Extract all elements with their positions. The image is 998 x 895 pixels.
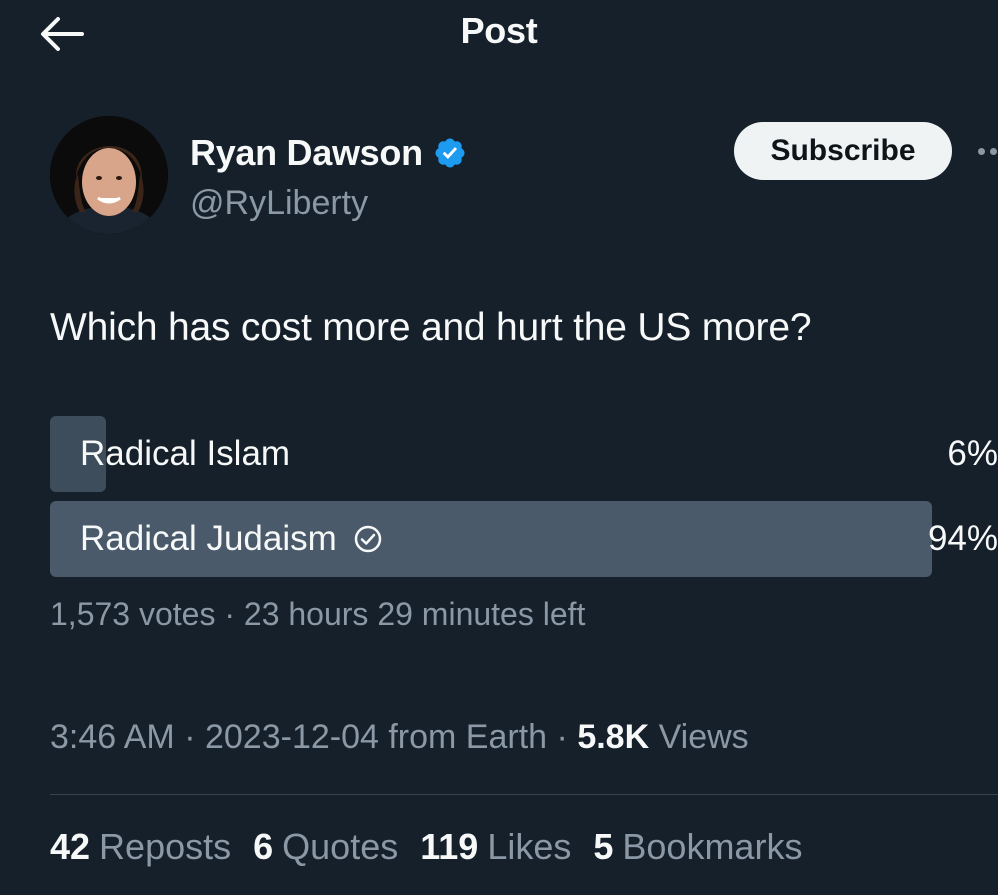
author-name-row: Ryan Dawson bbox=[190, 132, 467, 174]
likes-stat[interactable]: 119 Likes bbox=[420, 826, 571, 868]
poll-option-text: Radical Islam bbox=[80, 434, 291, 473]
quotes-count: 6 bbox=[253, 826, 274, 867]
post-date[interactable]: 2023-12-04 bbox=[205, 718, 379, 756]
arrow-left-icon bbox=[41, 17, 84, 51]
divider bbox=[50, 794, 998, 795]
separator: · bbox=[224, 596, 235, 632]
poll-option-text: Radical Judaism bbox=[80, 519, 337, 558]
check-circle-icon bbox=[353, 524, 383, 554]
quotes-stat[interactable]: 6 Quotes bbox=[253, 826, 398, 868]
post-timestamp-row: 3:46 AM · 2023-12-04 from Earth · 5.8K V… bbox=[50, 718, 749, 757]
poll-time-left: 23 hours 29 minutes left bbox=[243, 596, 586, 632]
likes-count: 119 bbox=[420, 826, 479, 867]
bookmarks-count: 5 bbox=[593, 826, 614, 867]
author-handle[interactable]: @RyLiberty bbox=[190, 184, 368, 223]
poll-option-radical-judaism[interactable]: Radical Judaism 94% bbox=[50, 501, 998, 577]
author-name[interactable]: Ryan Dawson bbox=[190, 132, 423, 174]
separator: · bbox=[556, 718, 568, 756]
views-count: 5.8K bbox=[577, 718, 650, 756]
engagement-stats: 42 Reposts 6 Quotes 119 Likes 5 Bookmarks bbox=[50, 826, 824, 868]
avatar[interactable] bbox=[50, 116, 168, 234]
page-title: Post bbox=[460, 10, 538, 51]
bookmarks-label: Bookmarks bbox=[622, 826, 803, 867]
likes-label: Likes bbox=[487, 826, 572, 867]
post-location: from Earth bbox=[388, 718, 548, 756]
quotes-label: Quotes bbox=[282, 826, 399, 867]
post-author-header: Ryan Dawson @RyLiberty Subscribe bbox=[50, 116, 998, 246]
post-time[interactable]: 3:46 AM bbox=[50, 718, 175, 756]
avatar-image bbox=[50, 116, 168, 234]
more-options-icon[interactable] bbox=[976, 134, 998, 164]
poll-option-label: Radical Islam bbox=[80, 416, 290, 492]
poll-option-percent: 6% bbox=[947, 434, 998, 473]
back-button[interactable] bbox=[36, 14, 86, 54]
separator: · bbox=[184, 718, 196, 756]
verified-badge-icon[interactable] bbox=[433, 136, 467, 170]
poll-meta: 1,573 votes · 23 hours 29 minutes left bbox=[50, 596, 585, 633]
poll-option-percent: 94% bbox=[927, 519, 998, 558]
top-bar: Post bbox=[0, 0, 998, 66]
views-label: Views bbox=[658, 718, 749, 756]
poll-votes: 1,573 votes bbox=[50, 596, 216, 632]
post-text: Which has cost more and hurt the US more… bbox=[50, 306, 812, 349]
subscribe-button[interactable]: Subscribe bbox=[734, 122, 952, 180]
reposts-stat[interactable]: 42 Reposts bbox=[50, 826, 231, 868]
poll-option-radical-islam[interactable]: Radical Islam 6% bbox=[50, 416, 998, 492]
reposts-label: Reposts bbox=[99, 826, 232, 867]
reposts-count: 42 bbox=[50, 826, 91, 867]
poll-option-label: Radical Judaism bbox=[80, 501, 383, 577]
bookmarks-stat[interactable]: 5 Bookmarks bbox=[593, 826, 802, 868]
